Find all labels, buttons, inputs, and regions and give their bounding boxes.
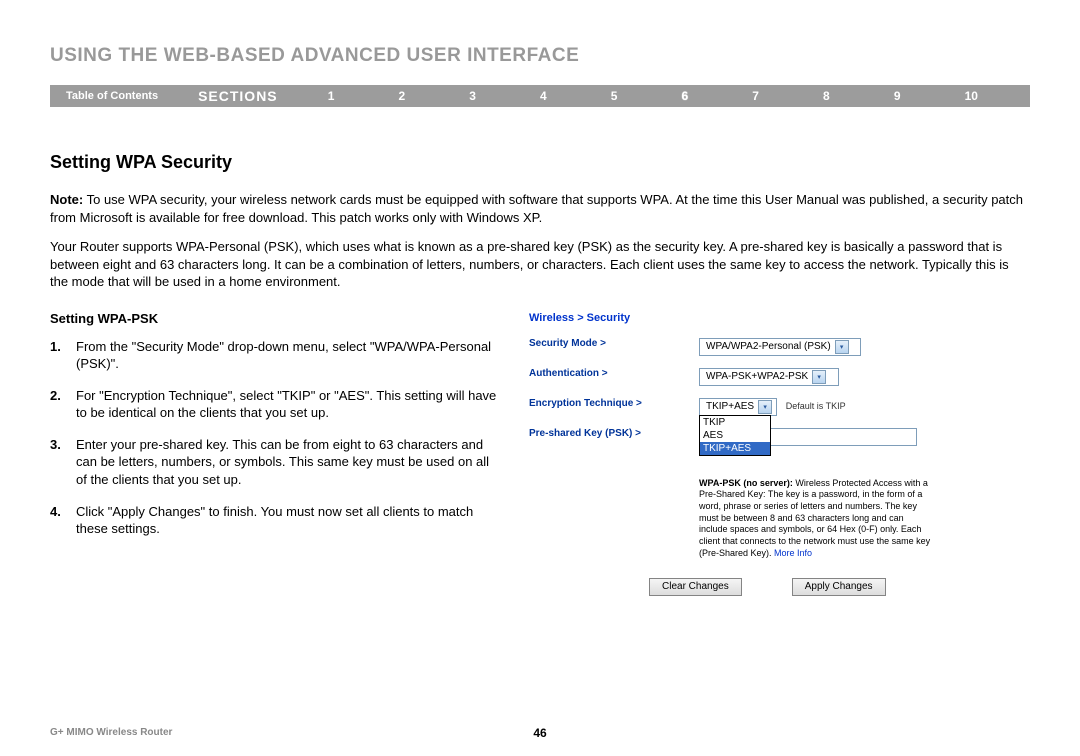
instructions-column: Setting WPA-PSK 1. From the "Security Mo… — [50, 311, 520, 597]
step-item: 3. Enter your pre-shared key. This can b… — [50, 436, 502, 489]
step-number: 3. — [50, 436, 76, 489]
step-number: 1. — [50, 338, 76, 373]
encryption-option-tkip[interactable]: TKIP — [700, 416, 770, 429]
encryption-select[interactable]: TKIP+AES ▾ — [699, 398, 777, 416]
psk-label: Pre-shared Key (PSK) > — [529, 428, 699, 439]
step-text: From the "Security Mode" drop-down menu,… — [76, 338, 502, 373]
note-body: To use WPA security, your wireless netwo… — [50, 192, 1023, 225]
chevron-down-icon: ▾ — [835, 340, 849, 354]
chevron-down-icon: ▾ — [812, 370, 826, 384]
nav-section-2[interactable]: 2 — [398, 89, 405, 103]
body-paragraph: Your Router supports WPA-Personal (PSK),… — [50, 238, 1030, 291]
page-title: USING THE WEB-BASED ADVANCED USER INTERF… — [50, 45, 1030, 67]
note-paragraph: Note: To use WPA security, your wireless… — [50, 191, 1030, 226]
encryption-dropdown-list: TKIP AES TKIP+AES — [699, 415, 771, 456]
security-mode-label: Security Mode > — [529, 338, 699, 349]
nav-section-8[interactable]: 8 — [823, 89, 830, 103]
authentication-select[interactable]: WPA-PSK+WPA2-PSK ▾ — [699, 368, 839, 386]
chevron-down-icon: ▾ — [758, 400, 772, 414]
nav-section-5[interactable]: 5 — [611, 89, 618, 103]
steps-list: 1. From the "Security Mode" drop-down me… — [50, 338, 502, 538]
nav-section-6[interactable]: 6 — [682, 89, 689, 103]
breadcrumb: Wireless > Security — [529, 312, 1029, 324]
apply-changes-button[interactable]: Apply Changes — [792, 578, 886, 596]
router-ui-panel: Wireless > Security Security Mode > WPA/… — [528, 311, 1030, 597]
help-text: WPA-PSK (no server): Wireless Protected … — [699, 478, 934, 560]
note-label: Note: — [50, 192, 83, 207]
step-item: 1. From the "Security Mode" drop-down me… — [50, 338, 502, 373]
page-footer: G+ MIMO Wireless Router 46 — [50, 727, 1030, 738]
nav-section-3[interactable]: 3 — [469, 89, 476, 103]
encryption-value: TKIP+AES — [702, 401, 758, 412]
clear-changes-button[interactable]: Clear Changes — [649, 578, 742, 596]
nav-sections-label: SECTIONS — [170, 88, 296, 104]
step-text: Enter your pre-shared key. This can be f… — [76, 436, 502, 489]
help-body: Wireless Protected Access with a Pre-Sha… — [699, 478, 930, 558]
authentication-label: Authentication > — [529, 368, 699, 379]
content-columns: Setting WPA-PSK 1. From the "Security Mo… — [50, 311, 1030, 597]
nav-bar: Table of Contents SECTIONS 1 2 3 4 5 6 7… — [50, 85, 1030, 107]
nav-section-1[interactable]: 1 — [328, 89, 335, 103]
security-mode-value: WPA/WPA2-Personal (PSK) — [702, 341, 835, 352]
section-heading: Setting WPA Security — [50, 152, 1030, 173]
screenshot-column: Wireless > Security Security Mode > WPA/… — [520, 311, 1030, 597]
help-lead: WPA-PSK (no server): — [699, 478, 793, 488]
security-mode-select[interactable]: WPA/WPA2-Personal (PSK) ▾ — [699, 338, 861, 356]
footer-page-number: 46 — [533, 726, 546, 740]
authentication-row: Authentication > WPA-PSK+WPA2-PSK ▾ — [529, 368, 1029, 386]
step-number: 2. — [50, 387, 76, 422]
authentication-value: WPA-PSK+WPA2-PSK — [702, 371, 812, 382]
nav-section-numbers: 1 2 3 4 5 6 7 8 9 10 — [296, 89, 1030, 103]
encryption-option-aes[interactable]: AES — [700, 429, 770, 442]
subsection-heading: Setting WPA-PSK — [50, 311, 502, 326]
encryption-default-hint: Default is TKIP — [786, 401, 846, 411]
step-number: 4. — [50, 503, 76, 538]
step-item: 4. Click "Apply Changes" to finish. You … — [50, 503, 502, 538]
encryption-select-wrapper: TKIP+AES ▾ Default is TKIP TKIP AES TKIP… — [699, 398, 846, 416]
nav-section-9[interactable]: 9 — [894, 89, 901, 103]
button-row: Clear Changes Apply Changes — [649, 578, 1029, 596]
encryption-row: Encryption Technique > TKIP+AES ▾ Defaul… — [529, 398, 1029, 416]
encryption-option-tkip-aes[interactable]: TKIP+AES — [700, 442, 770, 455]
nav-section-4[interactable]: 4 — [540, 89, 547, 103]
encryption-label: Encryption Technique > — [529, 398, 699, 409]
step-text: Click "Apply Changes" to finish. You mus… — [76, 503, 502, 538]
nav-section-10[interactable]: 10 — [965, 89, 978, 103]
more-info-link[interactable]: More Info — [774, 548, 812, 558]
security-mode-row: Security Mode > WPA/WPA2-Personal (PSK) … — [529, 338, 1029, 356]
psk-row: Pre-shared Key (PSK) > — [529, 428, 1029, 446]
nav-section-7[interactable]: 7 — [752, 89, 759, 103]
footer-product-name: G+ MIMO Wireless Router — [50, 727, 172, 738]
nav-toc-link[interactable]: Table of Contents — [50, 90, 170, 102]
manual-page: USING THE WEB-BASED ADVANCED USER INTERF… — [0, 0, 1080, 756]
step-item: 2. For "Encryption Technique", select "T… — [50, 387, 502, 422]
step-text: For "Encryption Technique", select "TKIP… — [76, 387, 502, 422]
